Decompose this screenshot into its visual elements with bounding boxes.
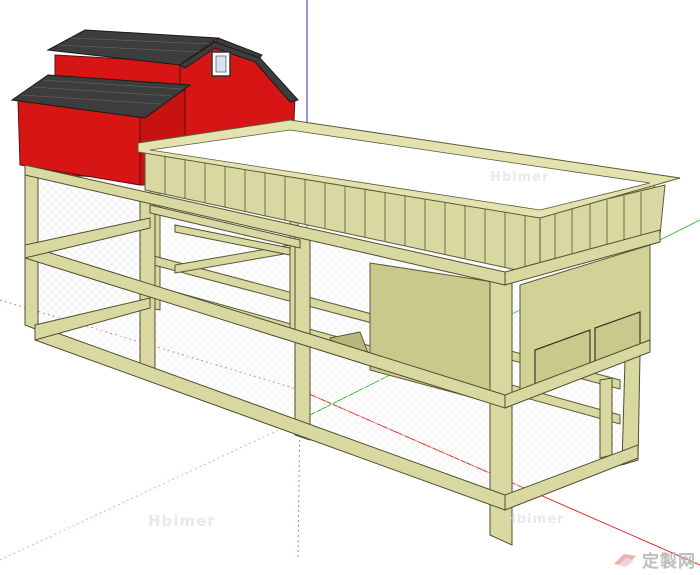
red-wing-logo-icon: [614, 553, 636, 567]
brand-text: 定製网: [642, 552, 696, 572]
watermark-coop-left: Hbimer: [490, 170, 550, 185]
sketchup-viewport[interactable]: Hbimer Hbimer Hbimer 定製网: [0, 0, 700, 575]
chicken-coop-model[interactable]: [0, 0, 700, 575]
watermark-coop-right: Hbimer: [505, 512, 565, 527]
brand-watermark: 定製网: [612, 547, 696, 572]
green-axis-dotted: [0, 419, 301, 561]
watermark-text: Hbimer: [148, 512, 216, 530]
